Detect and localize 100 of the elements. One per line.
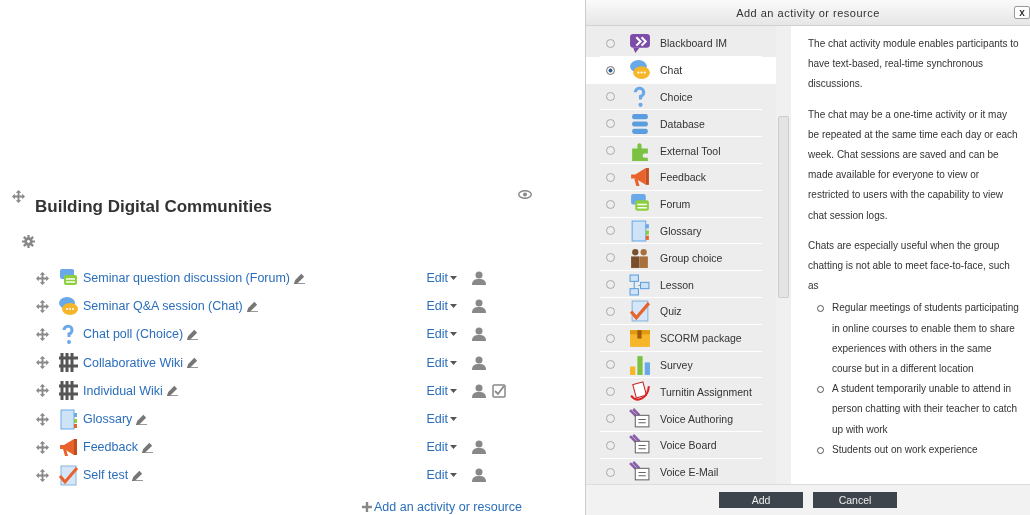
close-button[interactable]: x	[1014, 6, 1030, 19]
activity-option[interactable]: Turnitin Assignment	[586, 378, 776, 406]
edit-menu[interactable]: Edit	[426, 327, 457, 342]
radio-button[interactable]	[606, 333, 615, 343]
pencil-icon[interactable]	[166, 385, 178, 397]
activity-option[interactable]: External Tool	[586, 137, 776, 164]
add-activity-link[interactable]: Add an activity or resource	[374, 500, 522, 514]
activity-link[interactable]: Glossary	[83, 412, 133, 427]
radio-button[interactable]	[606, 414, 615, 424]
edit-menu[interactable]: Edit	[426, 468, 457, 483]
activity-option[interactable]: Lesson	[586, 271, 776, 298]
activity-option[interactable]: Voice E-Mail	[586, 458, 776, 484]
activity-option[interactable]: Chat	[586, 56, 776, 84]
edit-menu[interactable]: Edit	[426, 412, 457, 427]
section-title: Building Digital Communities	[35, 197, 273, 217]
pencil-icon[interactable]	[187, 357, 199, 369]
radio-button[interactable]	[606, 306, 615, 316]
settings-icon[interactable]	[22, 235, 35, 248]
radio-button[interactable]	[606, 387, 615, 397]
completion-checkbox[interactable]	[492, 383, 506, 398]
activity-link[interactable]: Individual Wiki	[83, 383, 163, 398]
move-icon[interactable]	[36, 327, 49, 341]
activity-option[interactable]: Quiz	[586, 297, 776, 325]
person-icon[interactable]	[472, 440, 486, 455]
activity-option[interactable]: Voice Board	[586, 431, 776, 459]
activity-option[interactable]: Database	[586, 110, 776, 138]
radio-button[interactable]	[606, 226, 615, 236]
person-icon[interactable]	[472, 383, 486, 398]
pencil-icon[interactable]	[141, 441, 153, 453]
person-icon[interactable]	[472, 299, 486, 314]
chevron-bubble-icon	[629, 32, 651, 55]
radio-button[interactable]	[606, 467, 615, 477]
activity-option[interactable]: Glossary	[586, 217, 776, 245]
radio-button[interactable]	[606, 440, 615, 450]
activity-option[interactable]: Choice	[586, 83, 776, 111]
edit-menu[interactable]: Edit	[426, 383, 457, 398]
activity-option[interactable]: SCORM package	[586, 324, 776, 352]
activity-link[interactable]: Collaborative Wiki	[83, 355, 184, 370]
activity-link[interactable]: Feedback	[83, 440, 138, 455]
activity-option[interactable]: Survey	[586, 351, 776, 379]
caret-icon	[450, 388, 457, 393]
message-board-icon	[629, 434, 651, 457]
activity-option[interactable]: Blackboard IM	[586, 30, 776, 57]
edit-menu[interactable]: Edit	[426, 299, 457, 314]
move-icon[interactable]	[36, 299, 49, 313]
caret-icon	[450, 276, 457, 281]
activity-option[interactable]: Feedback	[586, 164, 776, 191]
radio-button[interactable]	[606, 92, 615, 102]
move-icon[interactable]	[12, 190, 25, 203]
person-icon[interactable]	[472, 355, 486, 370]
edit-menu[interactable]: Edit	[426, 355, 457, 370]
move-icon[interactable]	[36, 356, 49, 370]
person-icon[interactable]	[472, 468, 486, 483]
add-button[interactable]: Add	[719, 492, 803, 508]
move-icon[interactable]	[36, 412, 49, 426]
glossary-book-icon	[629, 219, 651, 242]
activity-option[interactable]: Voice Authoring	[586, 405, 776, 432]
pencil-icon[interactable]	[246, 300, 258, 312]
radio-button[interactable]	[606, 253, 615, 263]
radio-button[interactable]	[606, 146, 615, 156]
description-paragraph: The chat may be a one-time activity or it may be repeated at the same time each day or each week. Chat sessions are saved and can be made available for everyone to view or restricted to users with the capability to view chat session logs.	[808, 107, 1019, 223]
activity-option[interactable]: Forum	[586, 190, 776, 218]
edit-menu[interactable]: Edit	[426, 440, 457, 455]
eye-icon[interactable]	[518, 190, 532, 199]
activity-option[interactable]: Group choice	[586, 244, 776, 272]
pencil-icon[interactable]	[294, 272, 306, 284]
bullet-text: Regular meetings of students participating in online courses to enable them to share experiences with others in the same course but in a different location	[832, 301, 1020, 377]
bar-chart-icon	[629, 353, 651, 376]
radio-button[interactable]	[606, 199, 615, 209]
checkmark-page-icon	[58, 464, 79, 486]
cancel-button[interactable]: Cancel	[813, 492, 897, 508]
radio-button[interactable]	[606, 65, 615, 75]
radio-button[interactable]	[606, 360, 615, 370]
pencil-icon[interactable]	[187, 328, 199, 340]
activity-link[interactable]: Seminar Q&A session (Chat)	[83, 299, 243, 314]
pencil-icon[interactable]	[136, 413, 148, 425]
activity-link[interactable]: Seminar question discussion (Forum)	[83, 271, 291, 286]
wiki-icon	[58, 352, 79, 374]
plus-icon[interactable]	[362, 502, 372, 512]
person-icon[interactable]	[472, 327, 486, 342]
activity-link[interactable]: Chat poll (Choice)	[83, 327, 184, 342]
page-swoosh-icon	[629, 380, 651, 403]
activity-link[interactable]: Self test	[83, 468, 129, 483]
move-icon[interactable]	[36, 440, 49, 454]
dialog-title: Add an activity or resource	[736, 6, 880, 19]
move-icon[interactable]	[36, 468, 49, 482]
megaphone-icon	[58, 436, 79, 458]
move-icon[interactable]	[36, 271, 49, 285]
flowchart-icon	[629, 273, 651, 296]
pencil-icon[interactable]	[132, 469, 144, 481]
move-icon[interactable]	[36, 384, 49, 398]
caret-icon	[450, 332, 457, 337]
radio-button[interactable]	[606, 38, 615, 48]
radio-button[interactable]	[606, 119, 615, 129]
radio-button[interactable]	[606, 172, 615, 182]
edit-menu[interactable]: Edit	[426, 271, 457, 286]
radio-button[interactable]	[606, 280, 615, 290]
caret-icon	[450, 473, 457, 478]
person-icon[interactable]	[472, 271, 486, 286]
chat-bubbles-icon	[629, 59, 651, 82]
